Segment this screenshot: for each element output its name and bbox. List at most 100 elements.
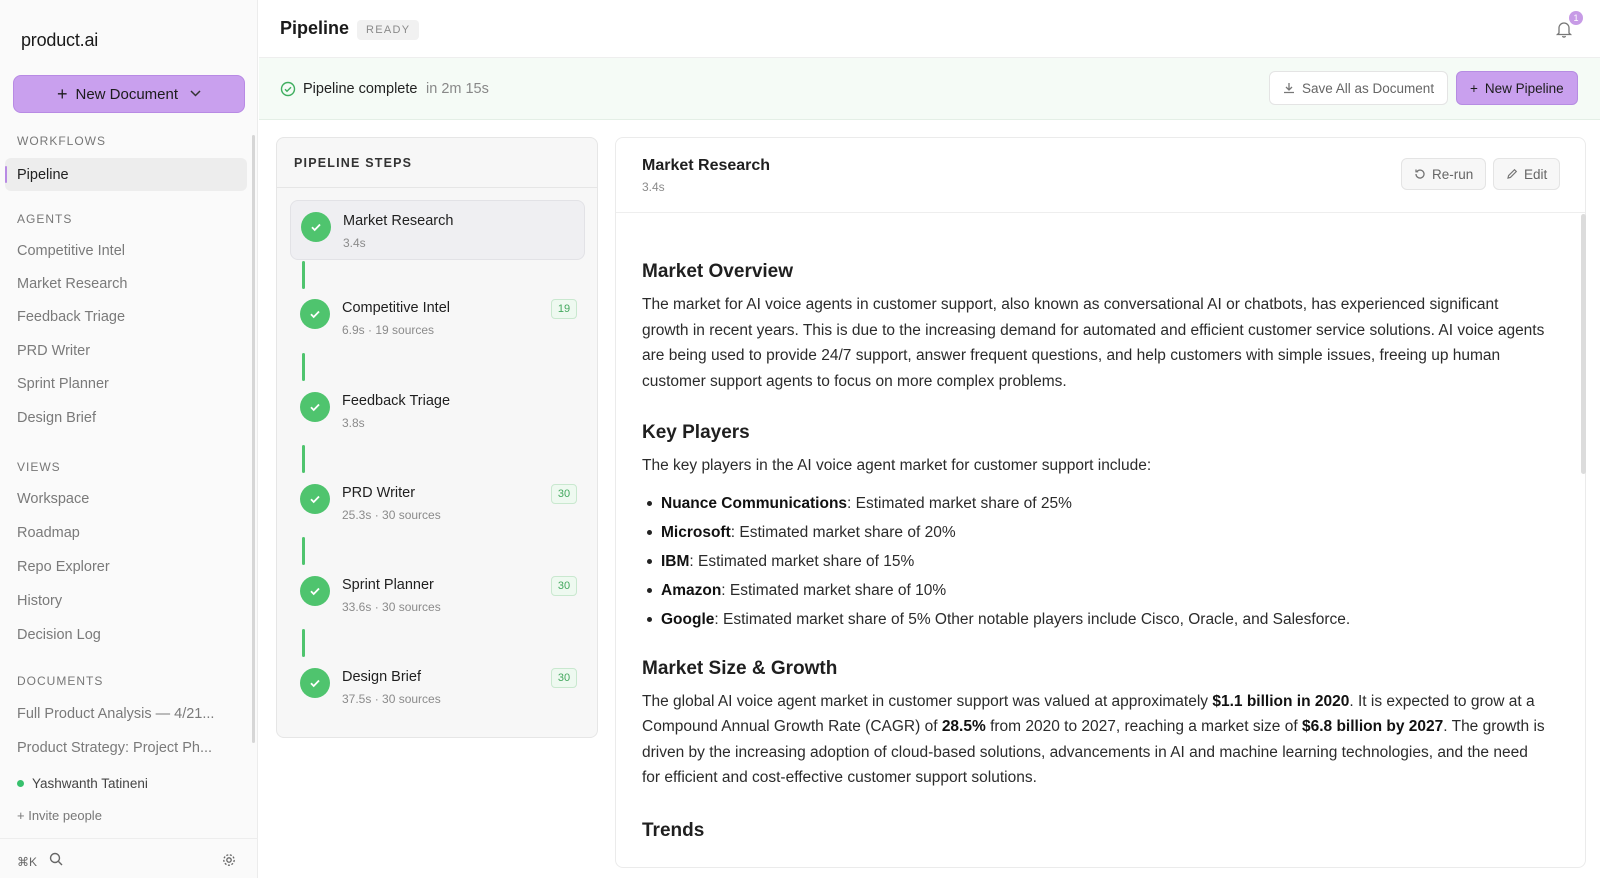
section-views: VIEWS — [17, 460, 61, 474]
step-connector — [302, 261, 305, 289]
status-badge: READY — [357, 20, 420, 40]
check-circle-icon — [280, 81, 296, 102]
pipeline-steps-title: PIPELINE STEPS — [277, 138, 597, 188]
sidebar-item-repo-explorer[interactable]: Repo Explorer — [17, 559, 110, 575]
step-meta: 3.4s — [343, 236, 366, 250]
save-all-as-document-button[interactable]: Save All as Document — [1269, 71, 1449, 105]
check-icon — [300, 576, 330, 606]
sidebar-item-history[interactable]: History — [17, 593, 62, 609]
rerun-label: Re-run — [1432, 166, 1474, 182]
sidebar-item-competitive-intel[interactable]: Competitive Intel — [17, 243, 125, 259]
sidebar-item-sprint-planner[interactable]: Sprint Planner — [17, 376, 109, 392]
pipeline-step-design-brief[interactable]: Design Brief 37.5s · 30 sources 30 — [290, 657, 585, 717]
pipeline-step-prd-writer[interactable]: PRD Writer 25.3s · 30 sources 30 — [290, 473, 585, 533]
step-name: Feedback Triage — [342, 393, 451, 409]
chevron-down-icon[interactable] — [190, 88, 201, 100]
new-pipeline-label: New Pipeline — [1484, 80, 1564, 96]
invite-people-link[interactable]: + Invite people — [17, 808, 102, 823]
source-count-badge: 30 — [551, 576, 577, 596]
plus-icon: + — [56, 84, 68, 104]
check-icon — [300, 484, 330, 514]
detail-duration: 3.4s — [642, 180, 665, 194]
section-agents: AGENTS — [17, 212, 73, 226]
app-logo: product.ai — [21, 30, 99, 50]
download-icon — [1284, 83, 1294, 94]
section-documents: DOCUMENTS — [17, 674, 104, 688]
sidebar-item-workspace[interactable]: Workspace — [17, 491, 89, 507]
paragraph: The key players in the AI voice agent ma… — [642, 457, 1152, 474]
list-item: Microsoft: Estimated market share of 20% — [642, 518, 1547, 547]
step-connector — [302, 353, 305, 381]
check-icon — [300, 392, 330, 422]
check-icon — [300, 668, 330, 698]
step-name: Sprint Planner — [342, 577, 434, 593]
step-meta: 3.8s — [342, 416, 365, 430]
key-players-list: Nuance Communications: Estimated market … — [642, 489, 1547, 634]
pipeline-duration: in 2m 15s — [426, 81, 489, 97]
step-name: PRD Writer — [342, 485, 416, 501]
pipeline-steps-panel: PIPELINE STEPS Market Research 3.4s Comp… — [276, 137, 598, 738]
sidebar: product.ai + New Document WORKFLOWS Pipe… — [0, 0, 258, 878]
check-icon — [300, 299, 330, 329]
step-meta: 6.9s · 19 sources — [342, 323, 435, 337]
user-name: Yashwanth Tatineni — [32, 776, 148, 791]
section-heading: Market Size & Growth — [642, 657, 838, 679]
command-shortcut[interactable]: ⌘K — [17, 855, 37, 869]
sidebar-item-pipeline[interactable]: Pipeline — [5, 158, 247, 191]
save-all-label: Save All as Document — [1302, 80, 1435, 96]
section-heading: Market Overview — [642, 261, 794, 282]
sidebar-item-design-brief[interactable]: Design Brief — [17, 410, 96, 426]
top-bar: Pipeline READY 1 — [259, 0, 1600, 58]
new-pipeline-button[interactable]: + New Pipeline — [1456, 71, 1578, 105]
pipeline-step-competitive-intel[interactable]: Competitive Intel 6.9s · 19 sources 19 — [290, 288, 585, 348]
detail-title: Market Research — [642, 157, 771, 174]
bell-icon[interactable] — [1555, 20, 1573, 43]
list-item: IBM: Estimated market share of 15% — [642, 547, 1547, 576]
rerun-button[interactable]: Re-run — [1401, 158, 1487, 190]
pipeline-step-sprint-planner[interactable]: Sprint Planner 33.6s · 30 sources 30 — [290, 565, 585, 625]
list-item: Amazon: Estimated market share of 10% — [642, 576, 1547, 605]
list-item: Google: Estimated market share of 5% Oth… — [642, 605, 1547, 634]
sidebar-item-decision-log[interactable]: Decision Log — [17, 627, 101, 643]
sidebar-scrollbar[interactable] — [252, 135, 255, 743]
step-connector — [302, 629, 305, 657]
paragraph: The market for AI voice agents in custom… — [642, 296, 1545, 390]
sidebar-item-prd-writer[interactable]: PRD Writer — [17, 343, 90, 359]
source-count-badge: 30 — [551, 668, 577, 688]
gear-icon[interactable] — [222, 853, 236, 872]
step-detail-panel: Market Research 3.4s Re-run Edit Market … — [615, 137, 1586, 868]
online-status-dot — [17, 780, 24, 787]
search-icon[interactable] — [49, 852, 63, 871]
pipeline-status-message: Pipeline complete — [303, 81, 418, 97]
step-name: Market Research — [343, 213, 454, 229]
plus-icon: + — [1470, 80, 1478, 96]
new-document-label: New Document — [75, 85, 179, 103]
section-workflows: WORKFLOWS — [17, 134, 106, 148]
sidebar-item-roadmap[interactable]: Roadmap — [17, 525, 80, 541]
step-connector — [302, 537, 305, 565]
sidebar-item-feedback-triage[interactable]: Feedback Triage — [17, 309, 125, 325]
app-root: product.ai + New Document WORKFLOWS Pipe… — [0, 0, 1600, 878]
step-meta: 25.3s · 30 sources — [342, 508, 441, 522]
sidebar-item-document[interactable]: Full Product Analysis — 4/21... — [17, 706, 214, 722]
detail-header: Market Research 3.4s Re-run Edit — [616, 138, 1585, 213]
pipeline-step-feedback-triage[interactable]: Feedback Triage 3.8s — [290, 381, 585, 441]
sidebar-item-document[interactable]: Product Strategy: Project Ph... — [17, 740, 212, 756]
edit-label: Edit — [1524, 166, 1548, 182]
check-icon — [301, 212, 331, 242]
current-user[interactable]: Yashwanth Tatineni — [17, 776, 148, 791]
step-connector — [302, 445, 305, 473]
refresh-icon — [1415, 169, 1425, 179]
document-body: Market Overview The market for AI voice … — [642, 261, 1547, 851]
page-title: Pipeline — [280, 18, 350, 38]
new-document-button[interactable]: + New Document — [13, 75, 245, 113]
step-name: Design Brief — [342, 669, 421, 685]
edit-button[interactable]: Edit — [1493, 158, 1561, 190]
detail-scrollbar[interactable] — [1581, 214, 1586, 474]
pipeline-step-market-research[interactable]: Market Research 3.4s — [290, 200, 585, 260]
sidebar-item-market-research[interactable]: Market Research — [17, 276, 127, 292]
pipeline-status-bar: Pipeline complete in 2m 15s Save All as … — [259, 58, 1600, 120]
list-item: Nuance Communications: Estimated market … — [642, 489, 1547, 518]
section-heading: Trends — [642, 819, 705, 841]
step-name: Competitive Intel — [342, 300, 450, 316]
